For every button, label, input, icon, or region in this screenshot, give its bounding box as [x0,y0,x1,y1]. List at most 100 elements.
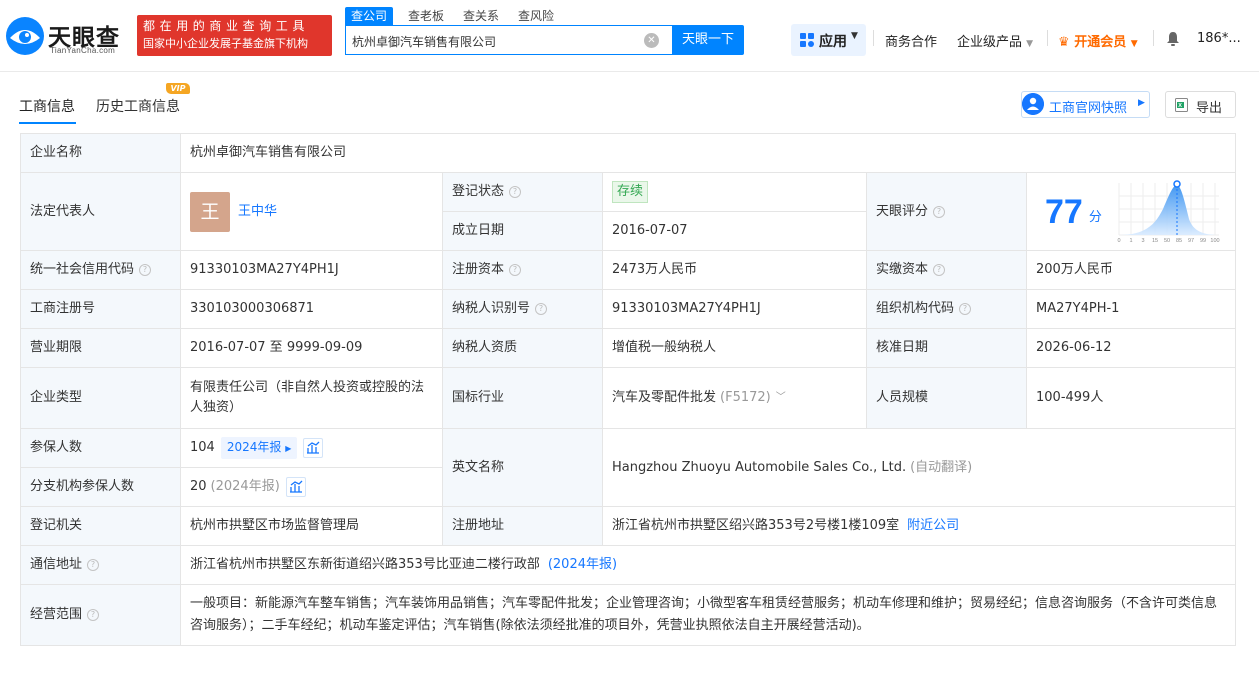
trend-chart-glyph [289,480,303,493]
tab-history-info[interactable]: 历史工商信息 [96,96,180,116]
label-text: 注册地址 [452,518,505,533]
axis-tick: 100 [1210,238,1219,244]
snapshot-label: 工商官网快照 [1049,101,1128,116]
label-text: 分支机构参保人数 [30,479,135,494]
svg-text:X: X [1178,103,1182,109]
axis-tick: 97 [1188,238,1194,244]
value-mail-address: 浙江省杭州市拱墅区东新街道绍兴路353号比亚迪二楼行政部 (2024年报) [181,546,1235,585]
value-taxpayer-id: 91330103MA27Y4PH1J [603,290,867,329]
value-credit-code: 91330103MA27Y4PH1J [181,251,443,290]
label-text: 注册资本 [452,262,505,277]
nearby-companies-link[interactable]: 附近公司 [907,516,959,536]
value-approve-date: 2026-06-12 [1027,329,1235,368]
user-account[interactable]: 186*... [1197,31,1241,46]
label-term: 营业期限 [21,329,181,368]
nav-business[interactable]: 商务合作 [885,31,937,50]
search-button[interactable]: 天眼一下 [672,25,744,55]
help-icon[interactable]: ? [509,186,522,198]
english-name-note: (自动翻译) [910,459,973,475]
help-icon[interactable]: ? [509,264,522,276]
crown-icon: ♛ [1058,35,1070,50]
label-scope: 经营范围? [21,585,181,645]
label-text: 经营范围 [30,607,83,622]
insured-count: 104 [190,440,215,455]
slogan-line-2: 国家中小企业发展子基金旗下机构 [143,37,308,50]
industry-code: (F5172) [720,390,771,405]
value-org-code: MA27Y4PH-1 [1027,290,1235,329]
help-icon[interactable]: ? [933,264,946,276]
search-input[interactable] [352,32,642,50]
export-button[interactable]: X 导出 [1165,91,1236,118]
legal-rep-link[interactable]: 王中华 [238,202,277,222]
site-logo[interactable]: 天眼查 TianYanCha.com [5,14,130,58]
chevron-right-icon: ▶ [1138,98,1145,108]
label-text: 英文名称 [452,459,505,475]
help-icon[interactable]: ? [535,303,548,315]
help-icon[interactable]: ? [87,609,100,621]
help-icon[interactable]: ? [139,264,152,276]
mail-address-report-link[interactable]: (2024年报) [548,555,617,575]
tab-active-indicator [19,122,76,124]
search-tab-boss[interactable]: 查老板 [408,7,444,25]
business-info-table: 企业名称 杭州卓御汽车销售有限公司 法定代表人 王 王中华 登记状态? 存续 成… [20,133,1236,646]
help-icon[interactable]: ? [933,205,946,218]
value-paid-capital: 200万人民币 [1027,251,1235,290]
score-number: 77 [1045,192,1083,231]
branch-insured-count: 20 [190,479,207,494]
help-icon[interactable]: ? [959,303,972,315]
apps-menu[interactable]: 应用 ▼ [791,24,866,56]
search-tab-relation[interactable]: 查关系 [463,7,499,25]
trend-chart-glyph [307,441,320,454]
label-text: 人员规模 [876,390,929,405]
search-tab-company[interactable]: 查公司 [345,7,394,25]
nav-vip-label: 开通会员 [1074,35,1127,50]
value-authority: 杭州市拱墅区市场监督管理局 [181,507,443,546]
avatar[interactable]: 王 [190,191,230,232]
label-reg-no: 工商注册号 [21,290,181,329]
label-text: 法定代表人 [30,203,96,219]
axis-tick: 99 [1200,238,1206,244]
label-text: 统一社会信用代码 [30,262,135,277]
annual-report-tag[interactable]: 2024年报 ▶ [220,437,298,459]
search-tab-risk[interactable]: 查风险 [518,7,554,25]
value-company-type: 有限责任公司（非自然人投资或控股的法人独资） [181,368,443,429]
bell-icon[interactable] [1165,31,1181,47]
label-text: 纳税人识别号 [452,301,531,316]
mail-address: 浙江省杭州市拱墅区东新街道绍兴路353号比亚迪二楼行政部 [190,557,540,572]
label-approve-date: 核准日期 [867,329,1027,368]
vip-badge: VIP [166,83,190,94]
caret-down-icon: ▼ [851,31,858,41]
tab-business-info[interactable]: 工商信息 [19,96,75,116]
label-score: 天眼评分? [867,173,1027,251]
nav-vip[interactable]: ♛ 开通会员 ▼ [1058,31,1138,50]
logo-domain: TianYanCha.com [50,46,116,55]
label-company-name: 企业名称 [21,134,181,173]
value-english-name: Hangzhou Zhuoyu Automobile Sales Co., Lt… [603,429,1235,507]
help-icon[interactable]: ? [87,559,100,571]
official-snapshot-button[interactable]: 工商官网快照 ▶ [1021,91,1150,118]
label-text: 企业类型 [30,390,83,405]
status-badge: 存续 [612,181,649,203]
label-text: 国标行业 [452,390,505,405]
label-reg-status: 登记状态? [443,173,603,212]
value-staff: 100-499人 [1027,368,1235,429]
clear-icon[interactable]: ✕ [644,33,659,48]
trend-chart-icon[interactable] [303,438,324,458]
axis-tick: 85 [1176,238,1182,244]
value-score[interactable]: 77 分 0 1 3 15 50 85 97 99 100 [1027,173,1235,251]
value-legal-rep: 王 王中华 [181,173,443,251]
axis-tick: 50 [1164,238,1170,244]
branch-report-note: (2024年报) [210,479,280,494]
trend-chart-icon[interactable] [285,477,306,497]
label-text: 天眼评分 [876,203,929,219]
score-unit: 分 [1088,209,1102,225]
value-industry[interactable]: 汽车及零配件批发 (F5172) ﹀ [603,368,867,429]
value-taxpayer-qual: 增值税一般纳税人 [603,329,867,368]
caret-right-icon: ▶ [285,444,292,453]
value-scope: 一般项目：新能源汽车整车销售；汽车装饰用品销售；汽车零配件批发；企业管理咨询；小… [190,596,1218,633]
top-header: 天眼查 TianYanCha.com 都在用的商业查询工具 国家中小企业发展子基… [0,0,1259,72]
value-branch-insured: 20 (2024年报) [181,468,443,507]
axis-tick: 3 [1141,238,1144,244]
nav-divider [1153,30,1154,46]
nav-enterprise[interactable]: 企业级产品 ▼ [957,31,1033,50]
